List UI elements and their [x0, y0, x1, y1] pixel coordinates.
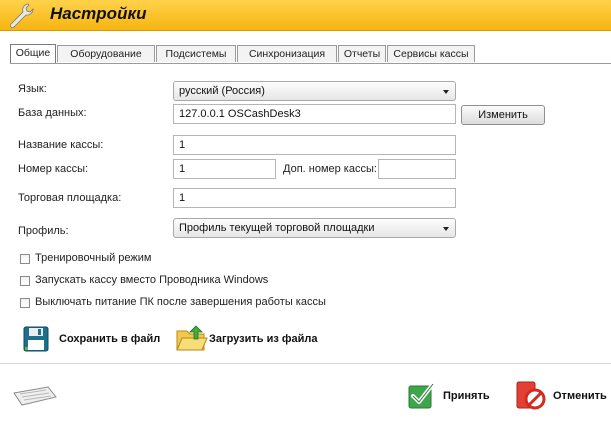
save-to-file-button[interactable] — [22, 325, 50, 353]
button-label: Изменить — [478, 109, 528, 121]
cashdesk-name-label: Название кассы: — [18, 139, 104, 151]
tab-label: Подсистемы — [165, 48, 227, 60]
tab-divider — [10, 63, 611, 64]
window-title: Настройки — [50, 4, 147, 23]
database-field[interactable]: 127.0.0.1 OSCashDesk3 — [173, 104, 456, 124]
accept-label[interactable]: Принять — [443, 390, 490, 402]
tab-subsystems[interactable]: Подсистемы — [156, 45, 236, 62]
profile-select[interactable]: Профиль текущей торговой площадки — [173, 218, 456, 238]
extra-number-label: Доп. номер кассы: — [283, 163, 377, 175]
cancel-icon — [516, 381, 546, 410]
floppy-disk-icon — [23, 326, 49, 352]
save-to-file-label[interactable]: Сохранить в файл — [59, 333, 160, 345]
replace-explorer-label: Запускать кассу вместо Проводника Window… — [35, 274, 269, 286]
tab-reports[interactable]: Отчеты — [338, 45, 386, 62]
trade-place-value: 1 — [179, 192, 186, 204]
tab-label: Отчеты — [343, 48, 381, 60]
tab-general[interactable]: Общие — [10, 44, 56, 63]
cashdesk-name-field[interactable]: 1 — [173, 135, 456, 155]
wrench-icon — [10, 3, 34, 28]
cashdesk-number-field[interactable]: 1 — [173, 159, 276, 179]
cashdesk-number-value: 1 — [179, 163, 186, 175]
replace-explorer-checkbox[interactable] — [20, 276, 30, 286]
chevron-down-icon — [443, 227, 449, 231]
language-value: русский (Россия) — [179, 85, 265, 97]
load-from-file-button[interactable] — [174, 323, 208, 353]
cashdesk-name-value: 1 — [179, 139, 186, 151]
keyboard-button[interactable] — [12, 385, 58, 407]
trade-place-field[interactable]: 1 — [173, 188, 456, 208]
cancel-button[interactable] — [515, 380, 547, 410]
keyboard-icon — [13, 386, 57, 406]
cashdesk-number-label: Номер кассы: — [18, 163, 89, 175]
power-off-checkbox[interactable] — [20, 298, 30, 308]
trade-place-label: Торговая площадка: — [18, 192, 122, 204]
extra-number-field[interactable] — [378, 159, 456, 179]
checkmark-icon — [408, 382, 435, 409]
tab-label: Сервисы кассы — [393, 48, 469, 60]
training-mode-label: Тренировочный режим — [35, 252, 152, 264]
footer-divider — [0, 363, 611, 364]
tab-label: Оборудование — [70, 48, 142, 60]
open-folder-icon — [176, 325, 208, 351]
power-off-label: Выключать питание ПК после завершения ра… — [35, 296, 326, 308]
change-database-button[interactable]: Изменить — [461, 105, 545, 125]
profile-label: Профиль: — [18, 225, 69, 237]
database-label: База данных: — [18, 107, 87, 119]
tab-cash-services[interactable]: Сервисы кассы — [387, 45, 475, 62]
training-mode-checkbox[interactable] — [20, 254, 30, 264]
tab-label: Общие — [15, 47, 51, 59]
tab-equipment[interactable]: Оборудование — [57, 45, 155, 62]
language-select[interactable]: русский (Россия) — [173, 81, 456, 101]
load-from-file-label[interactable]: Загрузить из файла — [209, 333, 317, 345]
accept-button[interactable] — [407, 380, 437, 410]
title-bar: Настройки — [0, 0, 611, 31]
language-label: Язык: — [18, 83, 47, 95]
profile-value: Профиль текущей торговой площадки — [179, 222, 375, 234]
chevron-down-icon — [443, 90, 449, 94]
database-value: 127.0.0.1 OSCashDesk3 — [179, 108, 301, 120]
tab-sync[interactable]: Синхронизация — [237, 45, 337, 62]
cancel-label[interactable]: Отменить — [553, 390, 607, 402]
tab-label: Синхронизация — [248, 48, 326, 60]
